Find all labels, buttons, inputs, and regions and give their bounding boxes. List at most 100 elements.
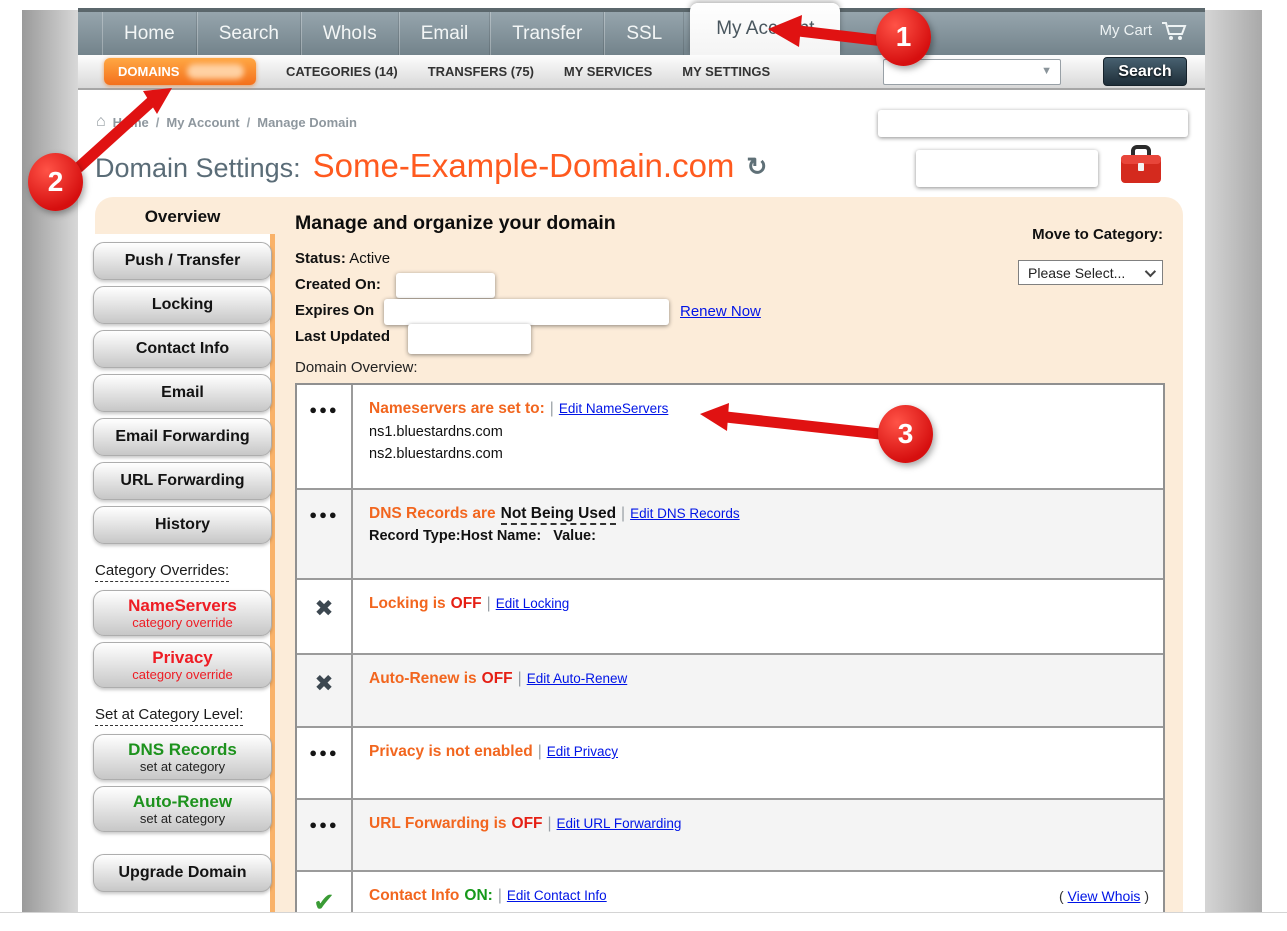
- home-icon: ⌂: [96, 113, 106, 131]
- sidebar-item-dns-records-category[interactable]: DNS Records set at category: [93, 734, 272, 780]
- nav-tab-my-account[interactable]: My Account: [690, 3, 840, 55]
- renew-now-link[interactable]: Renew Now: [680, 299, 761, 325]
- edit-nameservers-link[interactable]: Edit NameServers: [559, 401, 669, 416]
- sidebar-item-push-transfer[interactable]: Push / Transfer: [93, 242, 272, 280]
- row-heading: Locking isOFF|Edit Locking: [369, 595, 1147, 613]
- edit-auto-renew-link[interactable]: Edit Auto-Renew: [527, 671, 628, 686]
- dots-icon: ●●●: [297, 800, 353, 870]
- breadcrumb: ⌂ Home / My Account / Manage Domain: [96, 113, 357, 131]
- sidebar-item-url-forwarding[interactable]: URL Forwarding: [93, 462, 272, 500]
- cross-icon: ✖: [297, 655, 353, 726]
- breadcrumb-separator: /: [156, 115, 160, 130]
- status-value: Active: [349, 250, 390, 267]
- move-to-category-label: Move to Category:: [963, 226, 1163, 243]
- subnav-tab-my-services[interactable]: MY SERVICES: [564, 64, 652, 79]
- status-label: Status:: [295, 250, 346, 267]
- override-title: NameServers: [94, 596, 271, 616]
- subnav-tab-categories[interactable]: CATEGORIES (14): [286, 64, 398, 79]
- table-row-locking: ✖ Locking isOFF|Edit Locking: [297, 578, 1163, 653]
- cart-icon: [1161, 21, 1187, 41]
- edit-locking-link[interactable]: Edit Locking: [496, 596, 570, 611]
- override-title: Privacy: [94, 648, 271, 668]
- last-updated-label: Last Updated: [295, 328, 390, 345]
- expires-on-label: Expires On: [295, 302, 374, 319]
- upgrade-domain-button[interactable]: Upgrade Domain: [93, 854, 272, 892]
- category-title: DNS Records: [94, 740, 271, 760]
- annotation-step-2: 2: [28, 153, 83, 211]
- domains-tab-label: DOMAINS: [118, 64, 179, 79]
- sidebar-item-email-forwarding[interactable]: Email Forwarding: [93, 418, 272, 456]
- last-updated-line: Last Updated: [295, 324, 995, 350]
- nav-tab-transfer[interactable]: Transfer: [490, 12, 604, 55]
- sidebar: Overview Push / Transfer Locking Contact…: [93, 200, 272, 898]
- search-button[interactable]: Search: [1103, 57, 1187, 86]
- redacted-box: [878, 110, 1188, 137]
- row-heading: Privacy is not enabled|Edit Privacy: [369, 743, 1147, 761]
- page-body: Home Search WhoIs Email Transfer SSL My …: [78, 0, 1205, 931]
- dots-icon: ●●●: [297, 385, 353, 488]
- table-row-privacy: ●●● Privacy is not enabled|Edit Privacy: [297, 726, 1163, 798]
- subnav-tab-my-settings[interactable]: MY SETTINGS: [682, 64, 770, 79]
- nav-tab-whois[interactable]: WhoIs: [301, 12, 399, 55]
- window-right-edge: [1205, 10, 1262, 931]
- table-row-dns-records: ●●● DNS Records areNot Being Used|Edit D…: [297, 488, 1163, 578]
- nameserver-value: ns2.bluestardns.com: [369, 446, 1147, 462]
- breadcrumb-separator: /: [247, 115, 251, 130]
- cross-icon: ✖: [297, 580, 353, 653]
- chevron-down-icon: [1145, 265, 1156, 276]
- category-subtitle: set at category: [94, 811, 271, 826]
- created-on-label: Created On:: [295, 276, 381, 293]
- page-title-prefix: Domain Settings:: [95, 153, 301, 184]
- view-whois-link[interactable]: View Whois: [1068, 888, 1141, 904]
- override-subtitle: category override: [94, 667, 271, 682]
- sidebar-item-email[interactable]: Email: [93, 374, 272, 412]
- sidebar-item-privacy-override[interactable]: Privacy category override: [93, 642, 272, 688]
- row-heading: Nameservers are set to:|Edit NameServers: [369, 400, 1147, 418]
- my-cart-button[interactable]: My Cart: [1100, 21, 1188, 41]
- category-select[interactable]: Please Select...: [1018, 260, 1163, 285]
- section-heading: Manage and organize your domain: [295, 212, 995, 235]
- edit-dns-records-link[interactable]: Edit DNS Records: [630, 506, 740, 521]
- view-whois: ( View Whois ): [1059, 888, 1149, 904]
- breadcrumb-my-account[interactable]: My Account: [166, 115, 239, 130]
- set-at-category-label: Set at Category Level:: [95, 706, 243, 726]
- nav-tab-home[interactable]: Home: [102, 12, 197, 55]
- dots-icon: ●●●: [297, 728, 353, 798]
- edit-privacy-link[interactable]: Edit Privacy: [547, 744, 618, 759]
- toolbox-icon[interactable]: [1118, 145, 1164, 192]
- domain-settings-page: Home Search WhoIs Email Transfer SSL My …: [0, 0, 1287, 931]
- domain-name: Some-Example-Domain.com: [313, 147, 735, 185]
- sidebar-tab-overview[interactable]: Overview: [93, 200, 272, 234]
- nav-tab-email[interactable]: Email: [399, 12, 491, 55]
- sidebar-item-contact-info[interactable]: Contact Info: [93, 330, 272, 368]
- table-row-url-forwarding: ●●● URL Forwarding isOFF|Edit URL Forwar…: [297, 798, 1163, 870]
- sidebar-item-auto-renew-category[interactable]: Auto-Renew set at category: [93, 786, 272, 832]
- category-title: Auto-Renew: [94, 792, 271, 812]
- subnav-tab-domains[interactable]: DOMAINS: [104, 58, 256, 85]
- row-heading: Contact InfoON:|Edit Contact Info: [369, 887, 1147, 905]
- breadcrumb-home[interactable]: Home: [113, 115, 149, 130]
- annotation-step-3: 3: [878, 405, 933, 463]
- domain-overview-label: Domain Overview:: [295, 359, 995, 376]
- dots-icon: ●●●: [297, 490, 353, 578]
- nameserver-value: ns1.bluestardns.com: [369, 424, 1147, 440]
- sidebar-item-history[interactable]: History: [93, 506, 272, 544]
- subnav-tab-transfers[interactable]: TRANSFERS (75): [428, 64, 534, 79]
- record-columns: Record Type:Host Name: Value:: [369, 528, 1147, 544]
- sidebar-item-locking[interactable]: Locking: [93, 286, 272, 324]
- nav-tab-ssl[interactable]: SSL: [604, 12, 684, 55]
- nav-tab-search[interactable]: Search: [197, 12, 301, 55]
- category-select-value: Please Select...: [1028, 265, 1125, 281]
- redacted-created-date: [396, 273, 495, 298]
- refresh-icon[interactable]: ↻: [746, 152, 767, 182]
- edit-contact-info-link[interactable]: Edit Contact Info: [507, 888, 607, 903]
- redacted-updated-date: [408, 324, 531, 354]
- sidebar-item-nameservers-override[interactable]: NameServers category override: [93, 590, 272, 636]
- chevron-down-icon: ▼: [1041, 65, 1052, 77]
- edit-url-forwarding-link[interactable]: Edit URL Forwarding: [557, 816, 682, 831]
- page-title: Domain Settings: Some-Example-Domain.com…: [95, 147, 767, 185]
- breadcrumb-manage-domain: Manage Domain: [257, 115, 357, 130]
- category-subtitle: set at category: [94, 759, 271, 774]
- move-to-category: Move to Category: Please Select...: [963, 226, 1163, 285]
- annotation-step-1: 1: [876, 8, 931, 66]
